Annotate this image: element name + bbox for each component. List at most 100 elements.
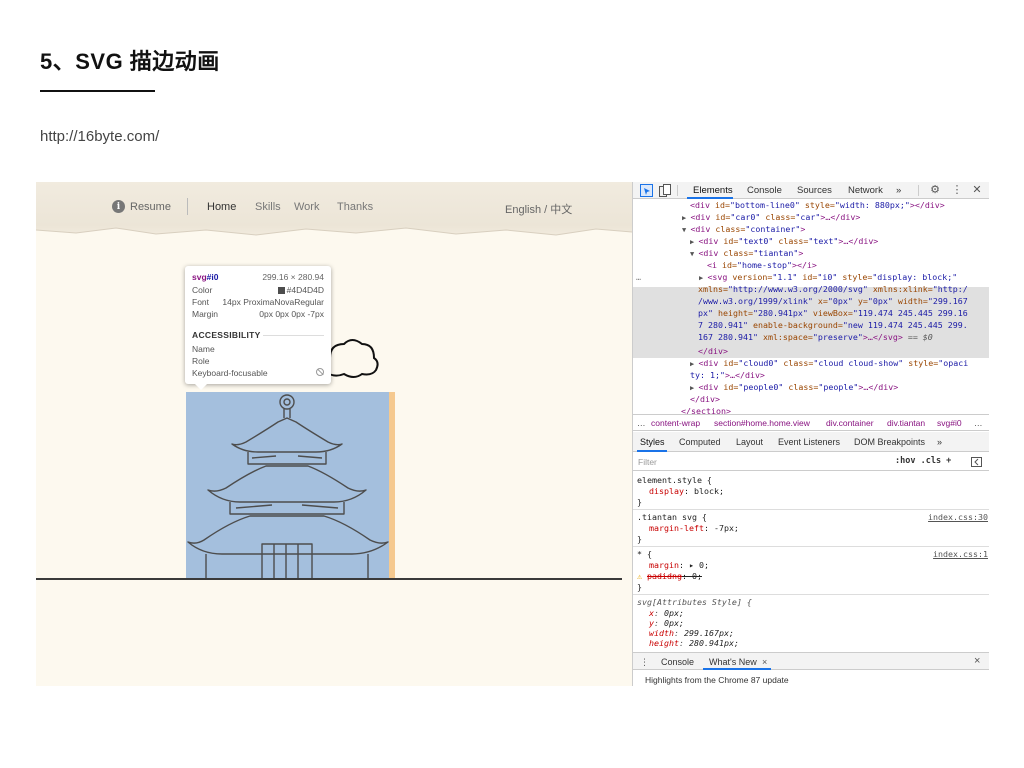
inspect-element-icon[interactable] [640,184,653,197]
nav-skills[interactable]: Skills [255,201,281,213]
toolbar-divider-2 [918,185,919,196]
breadcrumb-item[interactable]: div.tiantan [887,418,925,428]
selected-svg-node-cont: 167 280.941" xml:space="preserve">…</svg… [698,332,933,342]
rule-declaration: height: 280.941px; [649,638,739,648]
styles-subtabs: Styles Computed Layout Event Listeners D… [633,432,989,452]
tab-layout[interactable]: Layout [736,437,763,447]
rule-selector-tiantan-svg: .tiantan svg { [637,512,707,522]
breadcrumb-item[interactable]: div.container [826,418,874,428]
close-icon[interactable]: ✕ [971,184,983,196]
tooltip-arrow [195,384,207,390]
rule-declaration[interactable]: margin: ▸ 0; [649,560,709,571]
breadcrumb-item-selected[interactable]: svg#i0 [937,418,962,428]
dom-node[interactable]: ▶ <div id="people0" class="people">…</di… [690,381,898,393]
dom-node[interactable]: <div id="bottom-line0" style="width: 880… [690,199,945,211]
styles-pane: element.style { display: block; } .tiant… [633,472,989,652]
rule-declaration[interactable]: display: block; [649,486,724,497]
info-icon: i [112,200,125,213]
toggle-sidebar-icon[interactable] [971,457,982,467]
devtools-panel: Elements Console Sources Network » ⚙ ⋮ ✕… [632,182,989,686]
svg-margin-highlight [389,392,395,580]
tooltip-a11y-name: Name [192,344,215,354]
nav-resume-label: Resume [130,200,171,213]
rule-close-brace: } [637,534,642,544]
tooltip-font-value: 14px ProximaNovaRegular [222,297,324,307]
dom-node[interactable]: ▶ <div id="cloud0" class="cloud cloud-sh… [690,357,968,369]
tab-network[interactable]: Network [848,185,883,196]
dom-node[interactable]: <i id="home-stop"></i> [707,259,817,271]
drawer-tab-whats-new[interactable]: What's New [709,657,757,667]
rule-declaration-invalid[interactable]: ⚠ padidng: 0; [637,571,702,582]
tooltip-a11y-role: Role [192,356,210,366]
devtools-drawer-tabs: ⋮ Console What's New × × [633,652,989,670]
dom-node[interactable]: ▼ <div class="tiantan"> [690,247,803,259]
devtools-toolbar: Elements Console Sources Network » ⚙ ⋮ ✕ [633,182,989,199]
dom-node[interactable]: ▼ <div class="container"> [682,223,805,235]
rule-divider [633,594,989,595]
breadcrumb: … content-wrap section#home.home.view di… [633,414,989,431]
rule-divider [633,509,989,510]
kebab-menu-icon[interactable]: ⋮ [951,184,963,196]
warning-icon: ⚠ [637,571,642,581]
tooltip-color-label: Color [192,285,213,295]
rule-declaration[interactable]: margin-left: -7px; [649,523,739,534]
title-underline [40,90,155,92]
dom-node[interactable]: </div> [698,345,728,357]
dom-node[interactable]: </div> [690,393,720,405]
nav-home[interactable]: Home [207,201,236,213]
nav-work[interactable]: Work [294,201,319,213]
tab-sources[interactable]: Sources [797,185,832,196]
drawer-tab-console[interactable]: Console [661,657,694,667]
rule-selector-element-style: element.style { [637,475,712,485]
ground-line [36,578,622,580]
breadcrumb-overflow-end[interactable]: … [974,418,983,428]
more-subtabs-chevron-icon[interactable]: » [937,437,942,447]
nav-resume[interactable]: i Resume [112,200,171,213]
tooltip-a11y-focusable: Keyboard-focusable [192,368,268,378]
temple-of-heaven-illustration [187,394,389,580]
source-url[interactable]: http://16byte.com/ [40,128,159,145]
rule-divider [633,546,989,547]
close-tab-icon[interactable]: × [762,657,767,667]
gear-icon[interactable]: ⚙ [929,184,941,196]
tab-computed[interactable]: Computed [679,437,721,447]
whats-new-highlight: Highlights from the Chrome 87 update [645,675,789,685]
torn-paper-edge [36,227,632,248]
breadcrumb-item[interactable]: section#home.home.view [714,418,810,428]
more-tabs-chevron-icon[interactable]: » [896,185,901,196]
nav-thanks[interactable]: Thanks [337,201,373,213]
active-subtab-indicator [637,450,667,452]
elements-tree: <div id="bottom-line0" style="width: 880… [633,199,989,416]
drawer-menu-icon[interactable]: ⋮ [640,657,649,668]
tooltip-font-label: Font [192,297,210,307]
tab-console[interactable]: Console [747,185,782,196]
language-switch[interactable]: English / 中文 [505,201,572,217]
tab-elements[interactable]: Elements [693,185,733,196]
selected-svg-node-cont: 7 280.941" enable-background="new 119.47… [698,320,968,330]
selected-svg-node[interactable]: ▶ <svg version="1.1" id="i0" style="disp… [699,271,957,283]
rule-selector-universal: * { [637,549,652,559]
active-drawer-tab-indicator [703,668,771,670]
filter-input[interactable]: Filter [638,457,657,467]
tooltip-margin-label: Margin [192,309,218,319]
breadcrumb-overflow[interactable]: … [637,418,646,428]
rule-source-link[interactable]: index.css:1 [933,549,988,559]
dom-node-cont: ty: 1;">…</div> [690,370,765,380]
tab-dom-breakpoints[interactable]: DOM Breakpoints [854,437,925,447]
close-drawer-icon[interactable]: × [974,655,980,667]
tooltip-dimensions: 299.16 × 280.94 [262,272,324,282]
tab-styles[interactable]: Styles [640,437,665,447]
device-toggle-icon[interactable] [659,184,671,197]
rule-source-link[interactable]: index.css:30 [928,512,988,522]
breadcrumb-item[interactable]: content-wrap [651,418,700,428]
tab-event-listeners[interactable]: Event Listeners [778,437,840,447]
dom-node[interactable]: ▶ <div id="text0" class="text">…</div> [690,235,878,247]
selected-svg-node-cont: /www.w3.org/1999/xlink" x="0px" y="0px" … [698,296,968,306]
dom-node[interactable]: ▶ <div id="car0" class="car">…</div> [682,211,860,223]
filter-options[interactable]: :hov .cls + [895,456,951,466]
selected-svg-node-cont: xmlns="http://www.w3.org/2000/svg" xmlns… [698,284,968,294]
rule-close-brace: } [637,497,642,507]
selected-svg-node-cont: px" height="280.941px" viewBox="119.474 … [698,308,968,318]
slide-title: 5、SVG 描边动画 [40,49,220,74]
not-focusable-icon [316,368,324,376]
